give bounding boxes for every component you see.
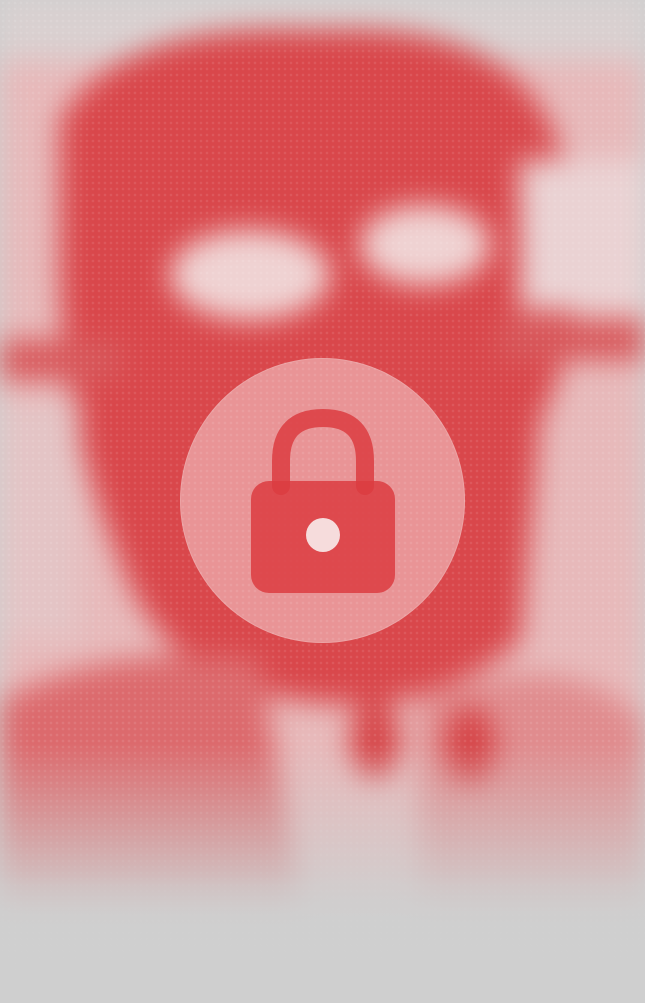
lock-icon <box>250 408 395 593</box>
unlock-content-button[interactable] <box>180 358 465 643</box>
locked-content-view <box>0 0 645 1003</box>
